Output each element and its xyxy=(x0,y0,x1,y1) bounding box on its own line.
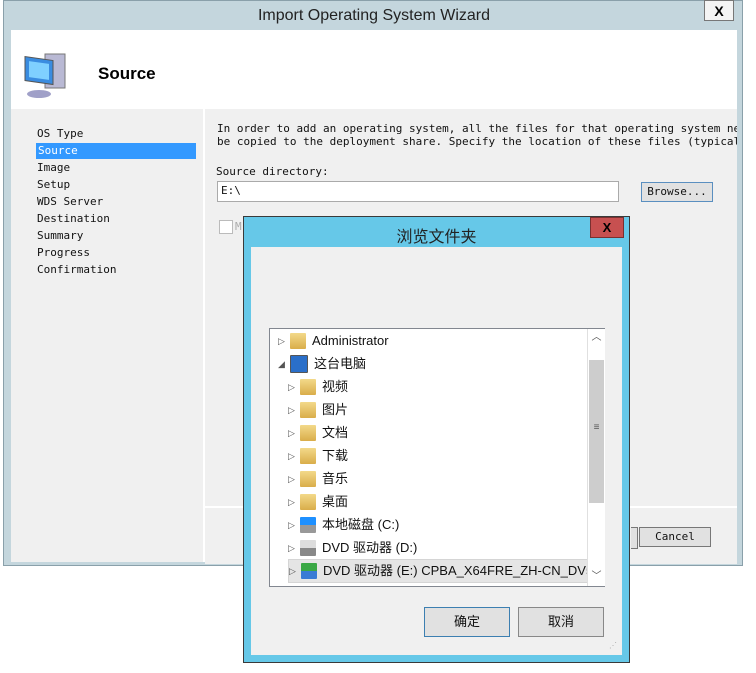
wizard-close-button[interactable]: X xyxy=(704,0,734,21)
expand-icon[interactable]: ▷ xyxy=(288,468,296,490)
step-summary: Summary xyxy=(37,229,84,242)
vertical-scrollbar[interactable]: ︿ ≡ ﹀ xyxy=(587,329,605,586)
option-checkbox-label: M xyxy=(235,220,242,233)
step-source: Source xyxy=(36,143,196,159)
option-checkbox[interactable] xyxy=(219,220,233,234)
wizard-title: Import Operating System Wizard xyxy=(257,7,491,24)
tree-item-videos[interactable]: ▷ 视频 xyxy=(288,376,348,398)
dialog-title: 浏览文件夹 xyxy=(396,229,477,246)
description-line: In order to add an operating system, all… xyxy=(217,122,737,135)
page-title: Source xyxy=(98,64,156,83)
tree-item-label: 下载 xyxy=(322,448,349,463)
tree-item-pictures[interactable]: ▷ 图片 xyxy=(288,399,348,421)
description: In order to add an operating system, all… xyxy=(217,122,737,148)
dialog-close-button[interactable]: X xyxy=(590,217,624,238)
source-directory-label: Source directory: xyxy=(216,165,329,178)
ok-button[interactable]: 确定 xyxy=(424,607,510,637)
wizard-header: Source xyxy=(11,30,737,109)
downloads-folder-icon xyxy=(300,448,316,464)
tree-item-administrator[interactable]: ▷ Administrator xyxy=(278,330,389,352)
wizard-steps: OS Type Source Image Setup WDS Server De… xyxy=(11,109,205,562)
tree-item-dvd-d[interactable]: ▷ DVD 驱动器 (D:) xyxy=(288,537,417,559)
scrollbar-thumb[interactable]: ≡ xyxy=(589,360,604,503)
dialog-client: ▷ Administrator ◢ 这台电脑 ▷ 视频 ▷ 图片 ▷ 文档 ▷ 下载 ▷ 音乐… xyxy=(251,247,622,655)
local-disk-icon xyxy=(300,517,316,533)
scroll-down-icon[interactable]: ﹀ xyxy=(588,568,605,585)
videos-folder-icon xyxy=(300,379,316,395)
expand-icon[interactable]: ▷ xyxy=(288,399,296,421)
collapse-icon[interactable]: ◢ xyxy=(278,353,286,375)
dialog-cancel-button[interactable]: 取消 xyxy=(518,607,604,637)
tree-item-label: 本地磁盘 (C:) xyxy=(322,517,400,532)
tree-item-dvd-e[interactable]: ▷ DVD 驱动器 (E:) CPBA_X64FRE_ZH-CN_DV5 xyxy=(288,559,599,583)
music-folder-icon xyxy=(300,471,316,487)
step-image: Image xyxy=(37,161,71,174)
tree-item-downloads[interactable]: ▷ 下载 xyxy=(288,445,348,467)
step-wds-server: WDS Server xyxy=(37,195,104,208)
tree-item-label: 这台电脑 xyxy=(314,356,367,371)
pictures-folder-icon xyxy=(300,402,316,418)
browse-folder-dialog: 浏览文件夹 X ▷ Administrator ◢ 这台电脑 ▷ 视频 ▷ 图片 ▷ 文档… xyxy=(243,216,630,663)
expand-icon[interactable]: ▷ xyxy=(289,560,297,582)
source-directory-input[interactable]: E:\ xyxy=(217,181,619,202)
cancel-button[interactable]: Cancel xyxy=(639,527,711,547)
dvd-media-icon xyxy=(301,563,317,579)
expand-icon[interactable]: ▷ xyxy=(288,514,296,536)
expand-icon[interactable]: ▷ xyxy=(288,376,296,398)
tree-item-label: DVD 驱动器 (D:) xyxy=(322,540,418,555)
expand-icon[interactable]: ▷ xyxy=(288,537,296,559)
description-line: be copied to the deployment share. Speci… xyxy=(217,135,737,148)
tree-item-label: 图片 xyxy=(322,402,349,417)
desktop-folder-icon xyxy=(300,494,316,510)
next-button[interactable] xyxy=(631,527,638,549)
tree-item-label: 桌面 xyxy=(322,494,349,509)
dvd-drive-icon xyxy=(300,540,316,556)
resize-grip-icon[interactable]: ⋰ xyxy=(609,641,617,650)
expand-icon[interactable]: ▷ xyxy=(288,445,296,467)
folder-tree[interactable]: ▷ Administrator ◢ 这台电脑 ▷ 视频 ▷ 图片 ▷ 文档 ▷ 下载 ▷ 音乐… xyxy=(269,328,605,587)
expand-icon[interactable]: ▷ xyxy=(288,422,296,444)
expand-icon[interactable]: ▷ xyxy=(278,330,286,352)
browse-button[interactable]: Browse... xyxy=(641,182,713,202)
expand-icon[interactable]: ▷ xyxy=(288,491,296,513)
tree-item-desktop[interactable]: ▷ 桌面 xyxy=(288,491,348,513)
grip-icon: ≡ xyxy=(593,422,600,433)
tree-item-this-pc[interactable]: ◢ 这台电脑 xyxy=(278,353,366,375)
tree-item-label: 文档 xyxy=(322,425,349,440)
tree-item-label: Administrator xyxy=(312,333,389,348)
tree-item-label: DVD 驱动器 (E:) CPBA_X64FRE_ZH-CN_DV5 xyxy=(323,563,594,578)
tree-item-music[interactable]: ▷ 音乐 xyxy=(288,468,348,490)
documents-folder-icon xyxy=(300,425,316,441)
tree-item-label: 视频 xyxy=(322,379,349,394)
scroll-up-icon[interactable]: ︿ xyxy=(588,329,605,346)
computer-icon xyxy=(24,53,66,98)
tree-item-label: 音乐 xyxy=(322,471,349,486)
tree-item-documents[interactable]: ▷ 文档 xyxy=(288,422,348,444)
step-os-type: OS Type xyxy=(37,127,84,140)
tree-item-local-disk-c[interactable]: ▷ 本地磁盘 (C:) xyxy=(288,514,399,536)
user-folder-icon xyxy=(290,333,306,349)
step-progress: Progress xyxy=(37,246,90,259)
step-confirmation: Confirmation xyxy=(37,263,117,276)
computer-icon xyxy=(290,355,308,373)
step-destination: Destination xyxy=(37,212,110,225)
step-setup: Setup xyxy=(37,178,71,191)
